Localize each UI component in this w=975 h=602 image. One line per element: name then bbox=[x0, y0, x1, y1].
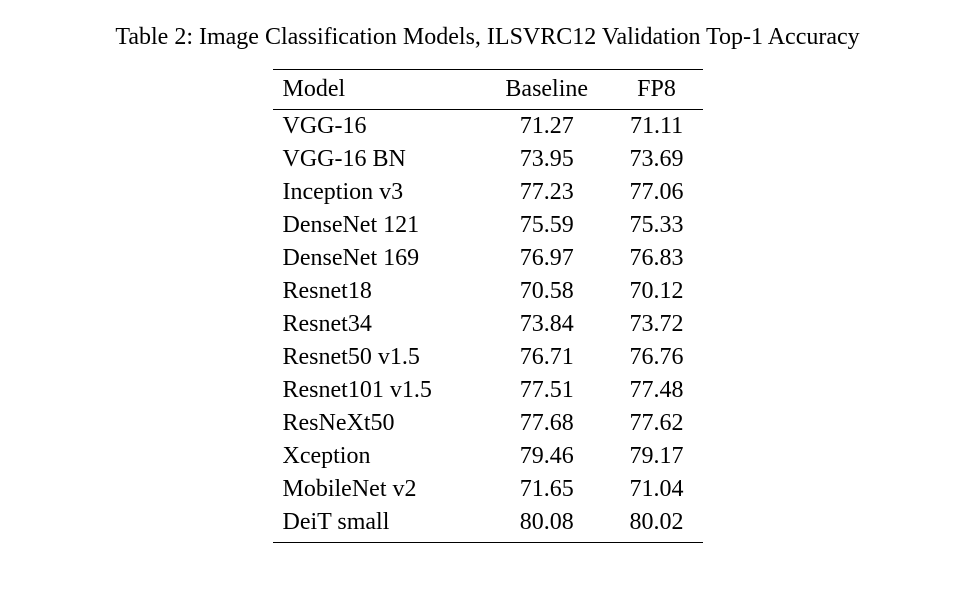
cell-model: Inception v3 bbox=[273, 176, 483, 209]
cell-fp8: 71.04 bbox=[611, 473, 703, 506]
table-row: Inception v377.2377.06 bbox=[273, 176, 703, 209]
cell-model: VGG-16 BN bbox=[273, 143, 483, 176]
table-row: DeiT small80.0880.02 bbox=[273, 506, 703, 543]
cell-fp8: 79.17 bbox=[611, 440, 703, 473]
cell-baseline: 80.08 bbox=[483, 506, 611, 543]
table-row: Resnet3473.8473.72 bbox=[273, 308, 703, 341]
cell-fp8: 73.72 bbox=[611, 308, 703, 341]
table-row: Resnet101 v1.577.5177.48 bbox=[273, 374, 703, 407]
cell-baseline: 73.84 bbox=[483, 308, 611, 341]
cell-model: DeiT small bbox=[273, 506, 483, 543]
cell-model: DenseNet 169 bbox=[273, 242, 483, 275]
cell-baseline: 76.97 bbox=[483, 242, 611, 275]
cell-fp8: 70.12 bbox=[611, 275, 703, 308]
cell-fp8: 77.06 bbox=[611, 176, 703, 209]
cell-baseline: 75.59 bbox=[483, 209, 611, 242]
cell-fp8: 77.48 bbox=[611, 374, 703, 407]
cell-model: DenseNet 121 bbox=[273, 209, 483, 242]
cell-fp8: 75.33 bbox=[611, 209, 703, 242]
table-row: VGG-16 BN73.9573.69 bbox=[273, 143, 703, 176]
cell-model: Resnet34 bbox=[273, 308, 483, 341]
cell-baseline: 77.23 bbox=[483, 176, 611, 209]
cell-baseline: 79.46 bbox=[483, 440, 611, 473]
table-row: VGG-1671.2771.11 bbox=[273, 110, 703, 144]
col-fp8: FP8 bbox=[611, 70, 703, 110]
cell-model: Xception bbox=[273, 440, 483, 473]
table-row: Resnet1870.5870.12 bbox=[273, 275, 703, 308]
table-header-row: Model Baseline FP8 bbox=[273, 70, 703, 110]
table-row: DenseNet 12175.5975.33 bbox=[273, 209, 703, 242]
cell-model: VGG-16 bbox=[273, 110, 483, 144]
table-row: ResNeXt5077.6877.62 bbox=[273, 407, 703, 440]
cell-model: MobileNet v2 bbox=[273, 473, 483, 506]
table-row: Xception79.4679.17 bbox=[273, 440, 703, 473]
results-table: Model Baseline FP8 VGG-1671.2771.11VGG-1… bbox=[273, 69, 703, 543]
cell-fp8: 71.11 bbox=[611, 110, 703, 144]
cell-baseline: 71.65 bbox=[483, 473, 611, 506]
cell-model: Resnet101 v1.5 bbox=[273, 374, 483, 407]
col-model: Model bbox=[273, 70, 483, 110]
cell-model: Resnet18 bbox=[273, 275, 483, 308]
table-row: DenseNet 16976.9776.83 bbox=[273, 242, 703, 275]
cell-baseline: 71.27 bbox=[483, 110, 611, 144]
table-caption: Table 2: Image Classification Models, IL… bbox=[100, 24, 875, 51]
cell-fp8: 76.76 bbox=[611, 341, 703, 374]
cell-baseline: 77.51 bbox=[483, 374, 611, 407]
cell-baseline: 73.95 bbox=[483, 143, 611, 176]
cell-fp8: 76.83 bbox=[611, 242, 703, 275]
cell-baseline: 70.58 bbox=[483, 275, 611, 308]
cell-fp8: 80.02 bbox=[611, 506, 703, 543]
cell-model: Resnet50 v1.5 bbox=[273, 341, 483, 374]
cell-model: ResNeXt50 bbox=[273, 407, 483, 440]
cell-baseline: 77.68 bbox=[483, 407, 611, 440]
cell-fp8: 77.62 bbox=[611, 407, 703, 440]
cell-fp8: 73.69 bbox=[611, 143, 703, 176]
table-row: MobileNet v271.6571.04 bbox=[273, 473, 703, 506]
col-baseline: Baseline bbox=[483, 70, 611, 110]
table-row: Resnet50 v1.576.7176.76 bbox=[273, 341, 703, 374]
cell-baseline: 76.71 bbox=[483, 341, 611, 374]
